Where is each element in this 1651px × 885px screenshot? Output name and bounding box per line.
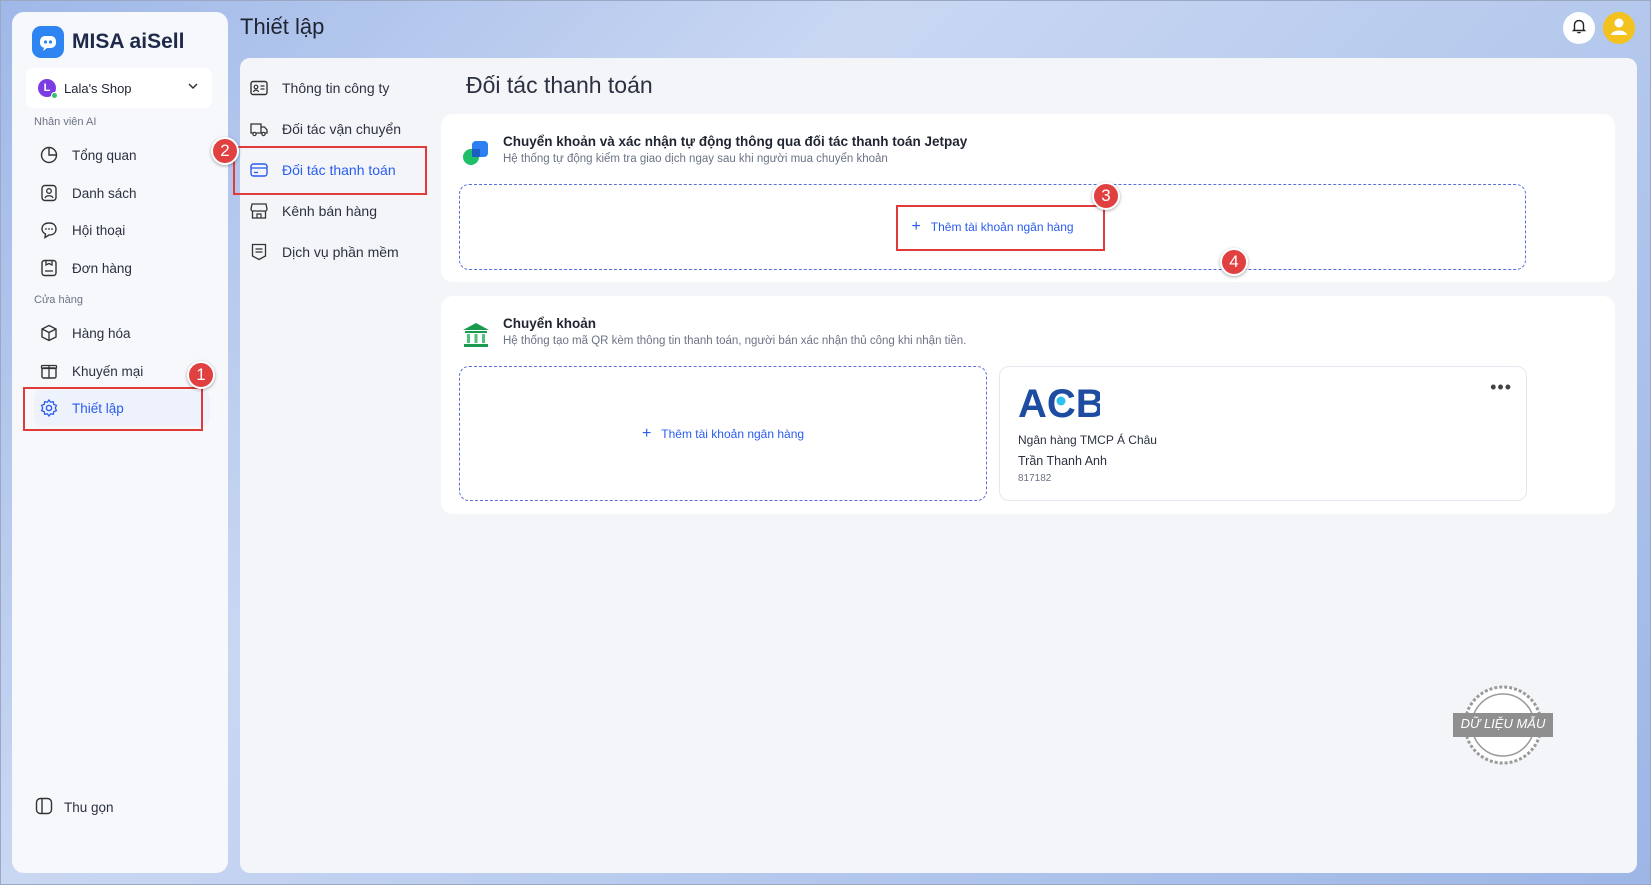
sidebar-toggle-icon (34, 796, 54, 819)
bank-account-owner: Trần Thanh Anh (1018, 454, 1107, 468)
sidebar-item-overview[interactable]: Tổng quan (34, 137, 210, 173)
annotation-number-3: 3 (1092, 182, 1120, 210)
annotation-number-1: 1 (187, 361, 215, 389)
jetpay-card-header: Chuyển khoản và xác nhận tự động thông q… (461, 134, 967, 173)
bank-account-number: 817182 (1018, 473, 1052, 484)
subnav-item-shipping-partner[interactable]: Đối tác vận chuyển (248, 111, 438, 147)
sidebar-item-list[interactable]: Danh sách (34, 175, 210, 211)
bank-account-card[interactable]: ACB Ngân hàng TMCP Á Châu Trần Thanh Anh… (999, 366, 1527, 501)
transfer-card-header: Chuyển khoản Hệ thống tạo mã QR kèm thôn… (461, 316, 966, 355)
annotation-number-2: 2 (211, 137, 239, 165)
transfer-add-area[interactable]: + Thêm tài khoản ngân hàng (459, 366, 987, 501)
bank-building-icon (461, 320, 491, 355)
subnav-item-company-info[interactable]: Thông tin công ty (248, 70, 438, 106)
transfer-desc: Hệ thống tạo mã QR kèm thông tin thanh t… (503, 335, 967, 347)
main-panel: Thông tin công ty Đối tác vận chuyển Đối… (240, 58, 1637, 873)
subnav-item-label: Kênh bán hàng (282, 203, 377, 219)
bank-name: Ngân hàng TMCP Á Châu (1018, 433, 1157, 447)
jetpay-title: Chuyển khoản và xác nhận tự động thông q… (503, 134, 968, 149)
jetpay-card: Chuyển khoản và xác nhận tự động thông q… (441, 114, 1615, 282)
brand[interactable]: MISA aiSell (32, 26, 184, 58)
annotation-box-settings (23, 387, 203, 431)
sidebar-item-label: Danh sách (72, 185, 137, 201)
stamp-text: DỮ LIỆU MẪU (1460, 716, 1546, 731)
subnav-item-label: Đối tác vận chuyển (282, 121, 402, 137)
pie-chart-icon (38, 144, 60, 166)
box-icon (38, 322, 60, 344)
page-title: Thiết lập (240, 14, 325, 39)
annotation-box-add-bank (896, 205, 1105, 251)
sidebar: MISA aiSell L Lala's Shop Nhân viên AI T… (12, 12, 228, 873)
subnav-item-software-service[interactable]: Dịch vụ phần mềm (248, 234, 438, 270)
shop-selector[interactable]: L Lala's Shop (26, 68, 212, 108)
shop-name: Lala's Shop (64, 80, 132, 96)
jetpay-logo-icon (461, 138, 491, 173)
sidebar-item-chat[interactable]: Hội thoại (34, 212, 210, 248)
annotation-number-4: 4 (1220, 248, 1248, 276)
chat-icon (38, 219, 60, 241)
content-title: Đối tác thanh toán (466, 72, 653, 98)
document-icon (248, 241, 270, 263)
transfer-card: Chuyển khoản Hệ thống tạo mã QR kèm thôn… (441, 296, 1615, 514)
bell-icon (1570, 17, 1588, 40)
brand-name: MISA aiSell (72, 30, 185, 53)
plus-icon: + (641, 424, 652, 442)
sidebar-item-products[interactable]: Hàng hóa (34, 315, 210, 351)
truck-icon (248, 118, 270, 140)
sidebar-item-label: Hội thoại (72, 222, 126, 238)
gift-icon (38, 360, 60, 382)
contact-list-icon (38, 182, 60, 204)
sidebar-item-label: Khuyến mại (72, 363, 144, 379)
transfer-add-bank-button[interactable]: + Thêm tài khoản ngân hàng (641, 424, 805, 442)
online-dot (51, 92, 58, 99)
more-options-icon[interactable]: ••• (1490, 377, 1512, 398)
transfer-add-bank-label: Thêm tài khoản ngân hàng (661, 426, 805, 441)
subnav-item-label: Dịch vụ phần mềm (282, 244, 399, 260)
annotation-box-payment-partner (233, 146, 427, 195)
sidebar-item-orders[interactable]: Đơn hàng (34, 250, 210, 286)
collapse-button[interactable]: Thu gọn (34, 796, 114, 819)
order-icon (38, 257, 60, 279)
sidebar-item-label: Đơn hàng (72, 260, 132, 276)
shop-avatar-letter: L (43, 82, 51, 94)
sample-data-stamp: DỮ LIỆU MẪU (1453, 683, 1553, 767)
sidebar-item-promotions[interactable]: Khuyến mại (34, 353, 210, 389)
notification-button[interactable] (1563, 12, 1595, 44)
sidebar-item-label: Tổng quan (72, 147, 137, 163)
id-card-icon (248, 77, 270, 99)
transfer-title: Chuyển khoản (503, 316, 597, 331)
acb-logo: ACB (1018, 382, 1105, 426)
user-icon (1607, 14, 1631, 43)
brand-logo-icon (32, 26, 64, 58)
collapse-label: Thu gọn (64, 800, 114, 815)
sidebar-item-label: Hàng hóa (72, 325, 131, 341)
user-avatar-button[interactable] (1603, 12, 1635, 44)
store-icon (248, 200, 270, 222)
jetpay-desc: Hệ thống tự động kiểm tra giao dịch ngay… (503, 153, 888, 165)
shop-avatar: L (38, 79, 58, 99)
section-label-store: Cửa hàng (34, 294, 83, 306)
chevron-down-icon (186, 79, 200, 98)
section-label-ai: Nhân viên AI (34, 116, 97, 128)
subnav-item-label: Thông tin công ty (282, 80, 390, 96)
header-actions (1563, 12, 1635, 44)
subnav-item-sales-channel[interactable]: Kênh bán hàng (248, 193, 438, 229)
